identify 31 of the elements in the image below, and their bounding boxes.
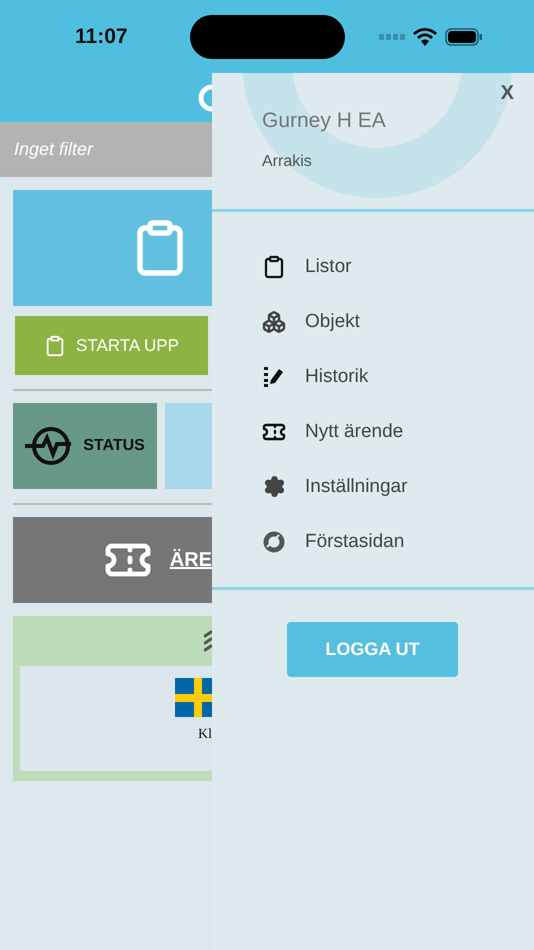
wave-icon — [204, 630, 212, 652]
status-time: 11:07 — [75, 24, 129, 48]
pulse-icon — [25, 426, 74, 466]
tile[interactable] — [165, 403, 212, 489]
gear-icon — [262, 475, 286, 498]
logo-icon — [263, 530, 285, 552]
battery-icon — [445, 28, 483, 46]
logo-icon — [197, 82, 212, 112]
menu-item[interactable]: Förstasidan — [262, 514, 534, 569]
language-label: Kl — [198, 727, 212, 743]
cubes-icon — [262, 310, 286, 334]
menu-item[interactable]: Nytt ärende — [262, 404, 534, 459]
menu-item[interactable]: Inställningar — [262, 459, 534, 514]
clipboard-icon — [44, 334, 66, 356]
issue-tile[interactable]: ÄRE — [13, 517, 212, 603]
swedish-flag-icon — [175, 678, 212, 717]
menu-item[interactable]: Objekt — [262, 294, 534, 349]
filter-label: Inget filter — [0, 122, 212, 177]
lists-tile[interactable] — [13, 190, 212, 306]
signal-icon — [379, 34, 405, 40]
menu-item[interactable]: Listor — [262, 239, 534, 294]
wifi-icon — [413, 28, 437, 46]
location-label: Arrakis — [262, 153, 313, 171]
issue-label: ÄRE — [170, 548, 212, 572]
language-tile[interactable]: Kl — [13, 616, 212, 781]
list-pencil-icon — [263, 366, 285, 388]
user-name: Gurney H EA — [262, 109, 387, 133]
clipboard-icon — [262, 254, 286, 278]
status-tile[interactable]: STATUS — [13, 403, 157, 489]
close-button[interactable]: X — [494, 81, 520, 106]
menu-item[interactable]: Historik — [262, 349, 534, 404]
